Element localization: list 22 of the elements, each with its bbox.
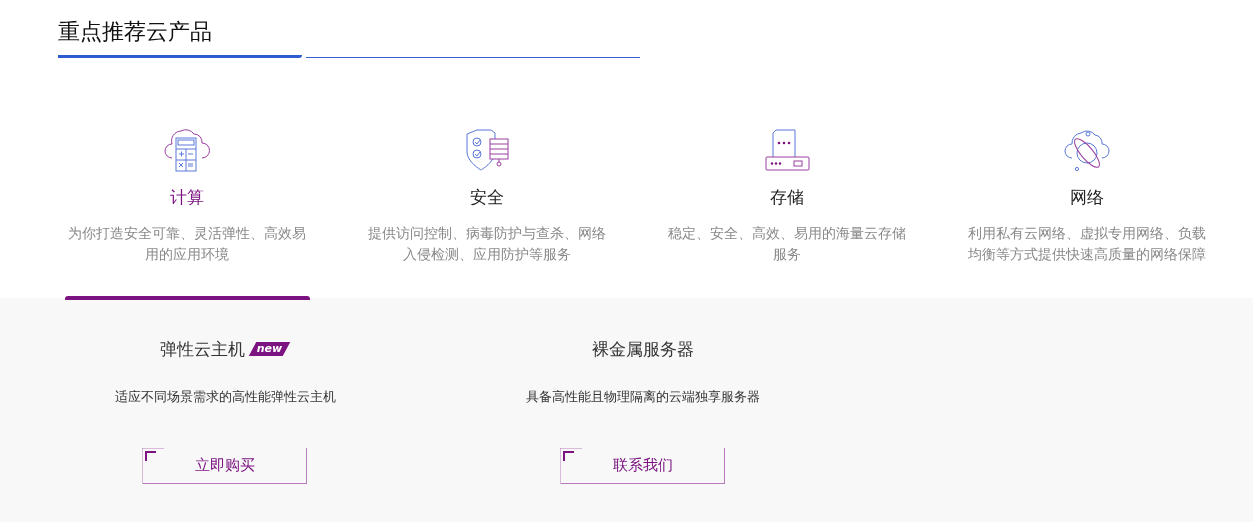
category-description: 稳定、安全、高效、易用的海量云存储服务 <box>667 224 907 264</box>
new-badge: new <box>248 342 291 356</box>
product-action-button[interactable]: 立即购买 <box>143 448 307 484</box>
category-tab[interactable]: 网络 <box>1070 186 1104 209</box>
section-title: 重点推荐云产品 <box>58 18 213 46</box>
cloud-globe-icon <box>1064 128 1110 172</box>
category-description: 利用私有云网络、虚拟专用网络、负载均衡等方式提供快速高质量的网络保障 <box>967 224 1207 264</box>
category-description: 为你打造安全可靠、灵活弹性、高效易用的应用环境 <box>67 224 307 264</box>
category-tab[interactable]: 安全 <box>470 186 504 209</box>
product-title: 弹性云主机 <box>159 337 245 361</box>
product-description: 具备高性能且物理隔离的云端独享服务器 <box>526 388 760 406</box>
storage-device-icon <box>764 128 810 172</box>
category-tab[interactable]: 计算 <box>170 186 204 209</box>
corner-bracket-icon <box>142 448 164 484</box>
product-action-button[interactable]: 联系我们 <box>561 448 725 484</box>
product-title: 裸金属服务器 <box>592 337 694 361</box>
category-description: 提供访问控制、病毒防护与查杀、网络入侵检测、应用防护等服务 <box>367 224 607 264</box>
shield-server-icon <box>464 128 510 172</box>
corner-bracket-icon <box>560 448 582 484</box>
cloud-calculator-icon <box>164 128 210 172</box>
category-tab[interactable]: 存储 <box>770 186 804 209</box>
product-description: 适应不同场景需求的高性能弹性云主机 <box>114 388 336 406</box>
